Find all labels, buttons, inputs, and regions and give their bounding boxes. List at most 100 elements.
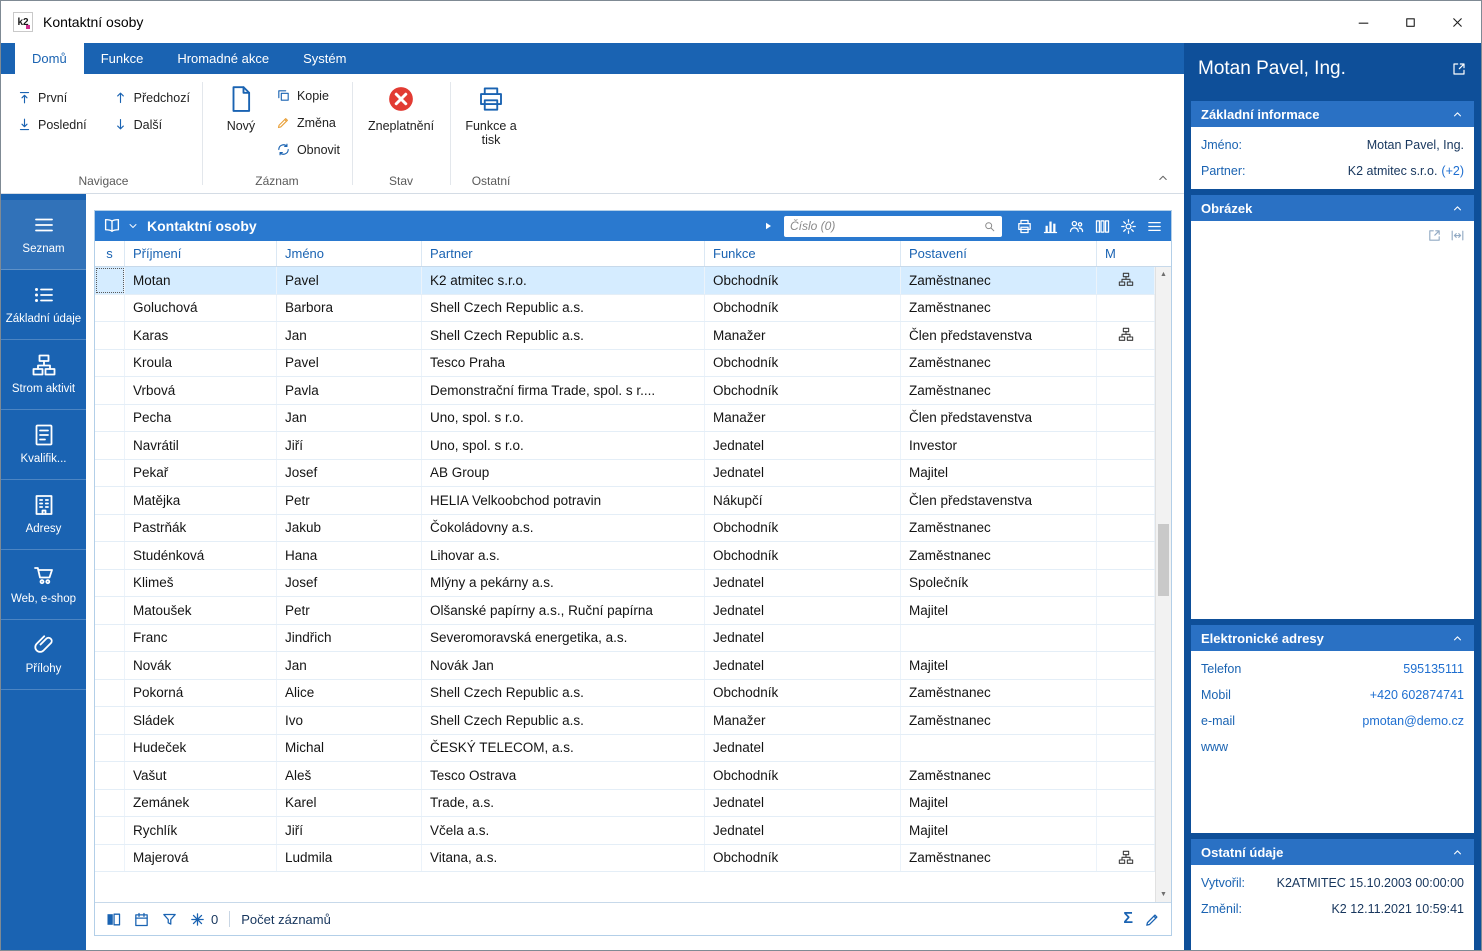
section-header[interactable]: Obrázek <box>1191 195 1474 221</box>
table-row[interactable]: Karas Jan Shell Czech Republic a.s. Manažer… <box>95 322 1155 350</box>
book-icon[interactable] <box>103 217 121 235</box>
cell-m[interactable] <box>1097 734 1155 761</box>
cell-prijmeni[interactable]: Vašut <box>125 762 277 789</box>
cell-jmeno[interactable]: Pavla <box>277 377 422 404</box>
row-selector-cell[interactable] <box>95 762 125 789</box>
cell-partner[interactable]: Demonstrační firma Trade, spol. s r.... <box>422 377 705 404</box>
scroll-down-icon[interactable]: ▼ <box>1156 887 1171 902</box>
cell-prijmeni[interactable]: Rychlík <box>125 817 277 844</box>
functions-print-button[interactable]: Funkce a tisk <box>458 76 524 148</box>
cell-postaveni[interactable]: Zaměstnanec <box>901 377 1097 404</box>
table-row[interactable]: Kroula Pavel Tesco Praha Obchodník Zaměstnan… <box>95 349 1155 377</box>
cell-prijmeni[interactable]: Pokorná <box>125 679 277 706</box>
cell-m[interactable] <box>1097 377 1155 404</box>
refresh-button[interactable]: Obnovit <box>272 136 344 163</box>
cell-m[interactable] <box>1097 487 1155 514</box>
menu-icon[interactable] <box>1146 218 1163 235</box>
cell-postaveni[interactable] <box>901 734 1097 761</box>
cell-partner[interactable]: Shell Czech Republic a.s. <box>422 707 705 734</box>
cell-postaveni[interactable]: Majitel <box>901 817 1097 844</box>
cell-partner[interactable]: Vitana, a.s. <box>422 844 705 871</box>
table-row[interactable]: Vrbová Pavla Demonstrační firma Trade, spo… <box>95 377 1155 405</box>
view-columns-icon[interactable] <box>105 911 122 928</box>
open-in-window-icon[interactable] <box>1451 61 1467 77</box>
cell-postaveni[interactable]: Zaměstnanec <box>901 514 1097 541</box>
cell-jmeno[interactable]: Jiří <box>277 817 422 844</box>
collapse-ribbon-icon[interactable] <box>1156 171 1170 185</box>
cell-funkce[interactable]: Manažer <box>705 404 901 431</box>
ribbon-tab[interactable]: Domů <box>15 43 84 74</box>
cell-partner[interactable]: Uno, spol. s r.o. <box>422 404 705 431</box>
cell-prijmeni[interactable]: Navrátil <box>125 432 277 459</box>
cell-jmeno[interactable]: Pavel <box>277 267 422 294</box>
cell-prijmeni[interactable]: Novák <box>125 652 277 679</box>
cell-m[interactable] <box>1097 762 1155 789</box>
cell-partner[interactable]: ČESKÝ TELECOM, a.s. <box>422 734 705 761</box>
cell-postaveni[interactable]: Majitel <box>901 652 1097 679</box>
filter-icon[interactable] <box>161 911 178 928</box>
row-selector-cell[interactable] <box>95 487 125 514</box>
partner-extra-count[interactable]: (+2) <box>1441 164 1464 178</box>
cell-funkce[interactable]: Obchodník <box>705 542 901 569</box>
cell-prijmeni[interactable]: Sládek <box>125 707 277 734</box>
cell-partner[interactable]: Severomoravská energetika, a.s. <box>422 624 705 651</box>
cell-prijmeni[interactable]: Karas <box>125 322 277 349</box>
cell-partner[interactable]: Olšanské papírny a.s., Ruční papírna <box>422 597 705 624</box>
cell-funkce[interactable]: Jednatel <box>705 734 901 761</box>
cell-postaveni[interactable]: Člen představenstva <box>901 404 1097 431</box>
cell-postaveni[interactable]: Zaměstnanec <box>901 707 1097 734</box>
address-value[interactable]: 595135111 <box>1403 662 1464 676</box>
vertical-scrollbar[interactable]: ▲ ▼ <box>1155 267 1171 902</box>
scrollbar-thumb[interactable] <box>1158 524 1169 596</box>
columns-icon[interactable] <box>1094 218 1111 235</box>
cell-m[interactable] <box>1097 294 1155 321</box>
print-icon[interactable] <box>1016 218 1033 235</box>
cell-jmeno[interactable]: Jan <box>277 652 422 679</box>
cell-funkce[interactable]: Manažer <box>705 322 901 349</box>
cell-jmeno[interactable]: Hana <box>277 542 422 569</box>
cell-jmeno[interactable]: Barbora <box>277 294 422 321</box>
cell-postaveni[interactable]: Člen představenstva <box>901 487 1097 514</box>
cell-jmeno[interactable]: Karel <box>277 789 422 816</box>
chevron-down-icon[interactable] <box>127 220 139 232</box>
cell-prijmeni[interactable]: Goluchová <box>125 294 277 321</box>
cell-jmeno[interactable]: Ivo <box>277 707 422 734</box>
section-header[interactable]: Elektronické adresy <box>1191 625 1474 651</box>
cell-funkce[interactable]: Jednatel <box>705 569 901 596</box>
cell-prijmeni[interactable]: Majerová <box>125 844 277 871</box>
cell-jmeno[interactable]: Jan <box>277 404 422 431</box>
cell-funkce[interactable]: Obchodník <box>705 844 901 871</box>
row-selector-cell[interactable] <box>95 377 125 404</box>
row-selector-cell[interactable] <box>95 844 125 871</box>
chevron-up-icon[interactable] <box>1451 202 1464 215</box>
cell-funkce[interactable]: Jednatel <box>705 652 901 679</box>
cell-prijmeni[interactable]: Matoušek <box>125 597 277 624</box>
cell-prijmeni[interactable]: Vrbová <box>125 377 277 404</box>
cell-m[interactable] <box>1097 652 1155 679</box>
cell-partner[interactable]: Tesco Praha <box>422 349 705 376</box>
table-row[interactable]: Vašut Aleš Tesco Ostrava Obchodník Zaměstnan… <box>95 762 1155 790</box>
cell-funkce[interactable]: Jednatel <box>705 624 901 651</box>
cell-prijmeni[interactable]: Franc <box>125 624 277 651</box>
cell-m[interactable] <box>1097 322 1155 349</box>
table-row[interactable]: Novák Jan Novák Jan Jednatel Majitel <box>95 652 1155 680</box>
cell-partner[interactable]: Shell Czech Republic a.s. <box>422 679 705 706</box>
scroll-up-icon[interactable]: ▲ <box>1156 267 1171 282</box>
cell-m[interactable] <box>1097 624 1155 651</box>
cell-postaveni[interactable]: Majitel <box>901 459 1097 486</box>
search-box[interactable] <box>784 215 1002 237</box>
cell-m[interactable] <box>1097 679 1155 706</box>
cell-prijmeni[interactable]: Klimeš <box>125 569 277 596</box>
row-selector-cell[interactable] <box>95 404 125 431</box>
cell-m[interactable] <box>1097 514 1155 541</box>
cell-prijmeni[interactable]: Kroula <box>125 349 277 376</box>
maximize-button[interactable] <box>1387 1 1434 43</box>
cell-m[interactable] <box>1097 349 1155 376</box>
cell-partner[interactable]: AB Group <box>422 459 705 486</box>
row-selector-cell[interactable] <box>95 569 125 596</box>
column-header-m[interactable]: M <box>1097 241 1155 266</box>
partner-name[interactable]: K2 atmitec s.r.o. <box>1348 164 1438 178</box>
cell-prijmeni[interactable]: Pekař <box>125 459 277 486</box>
cell-funkce[interactable]: Manažer <box>705 707 901 734</box>
column-header-jmeno[interactable]: Jméno <box>277 241 422 266</box>
